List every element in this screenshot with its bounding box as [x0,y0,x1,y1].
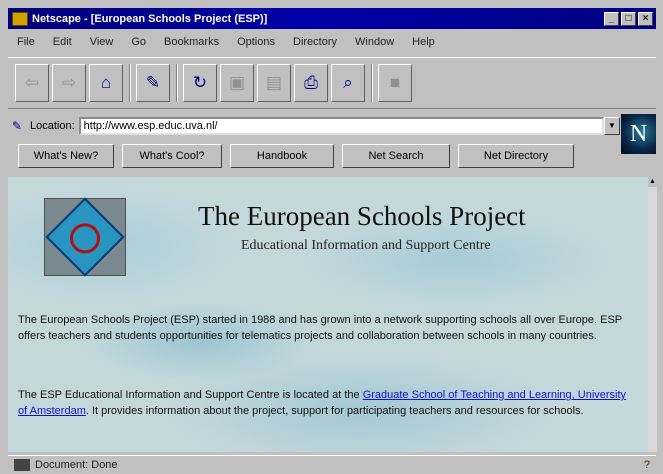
menu-bookmarks[interactable]: Bookmarks [155,36,228,48]
support-text-start: The ESP Educational Information and Supp… [18,389,363,401]
directory-buttons: What's New? What's Cool? Handbook Net Se… [18,144,618,170]
location-input[interactable] [78,117,604,135]
menu-go[interactable]: Go [122,36,155,48]
page-subtitle: Educational Information and Support Cent… [241,238,491,253]
esp-logo [44,197,126,277]
esp-cube-icon [45,197,125,277]
open-button[interactable]: ▤ [257,64,291,102]
toolbar-separator [129,64,131,102]
vertical-scrollbar[interactable]: ▲ [648,177,657,452]
menu-window[interactable]: Window [346,36,403,48]
back-button[interactable]: ⇦ [15,64,49,102]
location-bar: ✎ Location: ▼ [8,115,620,137]
status-bar: Document: Done ? [8,455,656,474]
window-title: Netscape - [European Schools Project (ES… [32,12,268,25]
toolbar-separator [371,64,373,102]
minimize-button[interactable]: _ [604,11,619,26]
chevron-down-icon[interactable]: ▼ [604,117,620,135]
menu-edit[interactable]: Edit [44,36,81,48]
netscape-app-icon[interactable] [12,11,28,26]
toolbar-separator [176,64,178,102]
support-text-end: . It provides information about the proj… [85,405,584,417]
images-button[interactable]: ▣ [220,64,254,102]
whats-new-button[interactable]: What's New? [18,144,114,168]
security-key-icon [14,459,30,471]
intro-paragraph: The European Schools Project (ESP) start… [18,314,622,342]
handbook-button[interactable]: Handbook [230,144,334,168]
title-bar[interactable]: Netscape - [European Schools Project (ES… [8,8,656,29]
maximize-button[interactable]: □ [621,11,636,26]
whats-cool-button[interactable]: What's Cool? [122,144,222,168]
location-label: Location: [30,120,75,132]
menu-file[interactable]: File [8,36,44,48]
netscape-logo-icon[interactable]: N [621,114,656,154]
home-button[interactable]: ⌂ [89,64,123,102]
page-content: The European Schools Project Educational… [8,177,648,452]
support-paragraph: The ESP Educational Information and Supp… [18,387,638,419]
reload-button[interactable]: ↻ [183,64,217,102]
toolbar: ⇦ ⇨ ⌂ ✎ ↻ ▣ ▤ ⎙ ⌕ ■ [8,57,656,109]
page-title: The European Schools Project [198,201,526,231]
forward-button[interactable]: ⇨ [52,64,86,102]
menu-options[interactable]: Options [228,36,284,48]
net-directory-button[interactable]: Net Directory [458,144,574,168]
edit-button[interactable]: ✎ [136,64,170,102]
status-indicator: ? [643,459,650,471]
stop-button[interactable]: ■ [378,64,412,102]
close-button[interactable]: × [638,11,653,26]
menu-directory[interactable]: Directory [284,36,346,48]
print-button[interactable]: ⎙ [294,64,328,102]
find-button[interactable]: ⌕ [331,64,365,102]
status-text: Document: Done [35,459,118,471]
menu-bar: File Edit View Go Bookmarks Options Dire… [8,32,656,52]
menu-view[interactable]: View [81,36,123,48]
net-search-button[interactable]: Net Search [342,144,450,168]
menu-help[interactable]: Help [403,36,444,48]
bookmark-icon[interactable]: ✎ [12,119,26,133]
scroll-up-icon[interactable]: ▲ [648,177,657,187]
